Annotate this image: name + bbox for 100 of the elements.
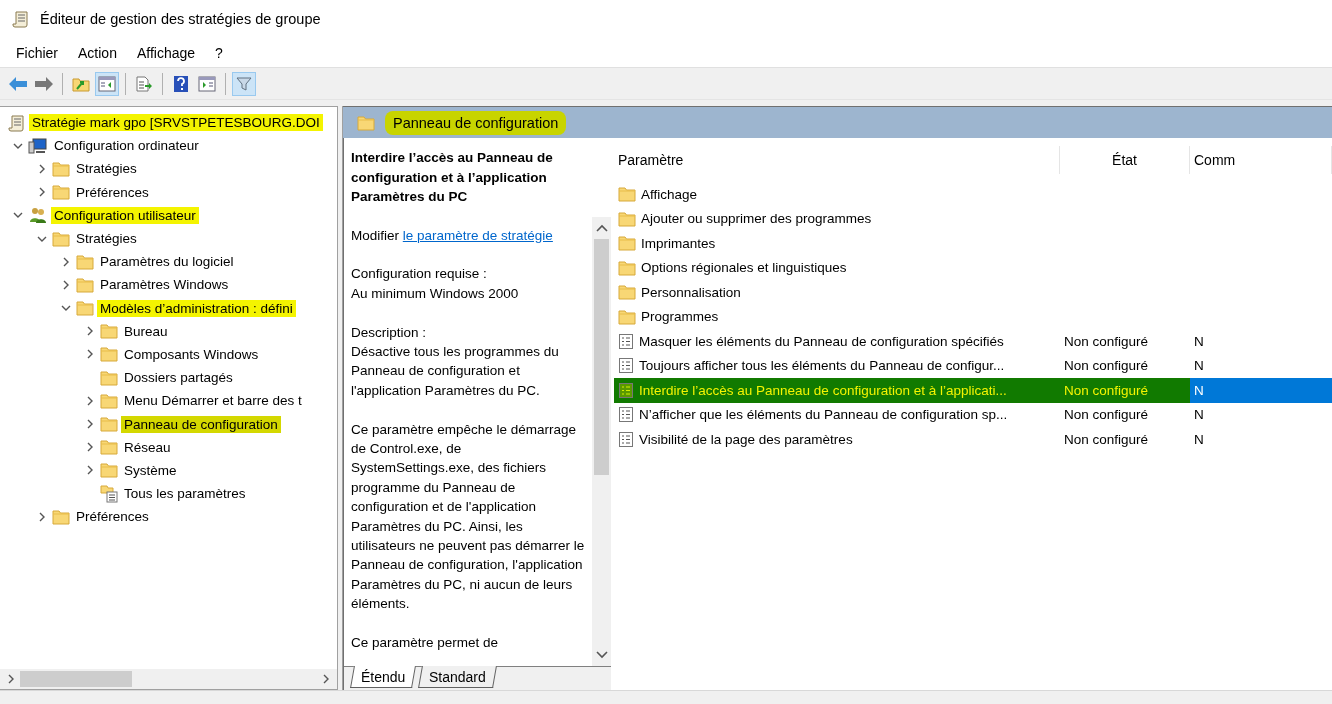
setting-name: Toujours afficher tous les éléments du Panneau de configur... bbox=[639, 358, 1005, 374]
folder-icon bbox=[618, 210, 636, 227]
users-icon bbox=[28, 206, 48, 225]
setting-name: Affichage bbox=[641, 186, 698, 202]
tree-item[interactable]: Préférences bbox=[73, 508, 152, 526]
vertical-scrollbar[interactable] bbox=[592, 216, 611, 666]
table-cell[interactable]: Ajouter ou supprimer des programmes bbox=[614, 206, 1060, 231]
chevron-right-icon[interactable] bbox=[37, 163, 47, 174]
table-cell[interactable]: Interdire l’accès au Panneau de configuration et à l’applicati... bbox=[614, 378, 1060, 403]
menu-item[interactable]: Affichage bbox=[128, 42, 204, 63]
table-cell-text: N bbox=[1193, 430, 1205, 449]
setting-icon bbox=[618, 430, 634, 448]
tree-item[interactable]: Bureau bbox=[121, 322, 171, 340]
tree-item[interactable]: Tous les paramètres bbox=[121, 485, 249, 503]
panel-title: Panneau de configuration bbox=[385, 110, 567, 135]
chevron-right-icon[interactable] bbox=[6, 674, 16, 684]
chevron-right-icon[interactable] bbox=[61, 256, 71, 267]
folder-icon bbox=[100, 439, 118, 456]
column-header[interactable]: Paramètre bbox=[614, 146, 1060, 174]
tree-item[interactable]: Stratégies bbox=[73, 230, 140, 248]
chevron-right-icon[interactable] bbox=[37, 187, 47, 198]
tree-item[interactable]: Dossiers partagés bbox=[121, 369, 236, 387]
tree-item[interactable]: Stratégies bbox=[73, 160, 140, 178]
horizontal-scrollbar[interactable] bbox=[0, 669, 337, 689]
table-row[interactable]: N’afficher que les éléments du Panneau de configuration sp... Non configuré N bbox=[614, 402, 1332, 427]
tree-item[interactable]: Composants Windows bbox=[121, 345, 262, 363]
chevron-right-icon[interactable] bbox=[85, 419, 95, 430]
chevron-right-icon[interactable] bbox=[85, 465, 95, 476]
folder-icon bbox=[52, 160, 70, 177]
setting-name: N’afficher que les éléments du Panneau de configuration sp... bbox=[639, 407, 1008, 423]
chevron-right-icon[interactable] bbox=[85, 395, 95, 406]
table-cell-text: Non configuré bbox=[1063, 332, 1150, 351]
menu-item[interactable]: Action bbox=[70, 42, 125, 63]
view-tab[interactable]: Standard bbox=[418, 666, 498, 688]
table-row[interactable]: Masquer les éléments du Panneau de configuration spécifiés Non configuré N bbox=[614, 329, 1332, 354]
folder-icon bbox=[618, 259, 636, 276]
setting-name: Imprimantes bbox=[641, 235, 716, 251]
table-cell[interactable]: Masquer les éléments du Panneau de configuration spécifiés bbox=[614, 329, 1060, 354]
description-paragraph: Ce paramètre permet de bbox=[351, 633, 500, 652]
tree-item[interactable]: Paramètres du logiciel bbox=[97, 253, 237, 271]
setting-name: Interdire l’accès au Panneau de configuration et à l’applicati... bbox=[639, 382, 1007, 398]
table-cell-text: N bbox=[1193, 381, 1205, 400]
folder-icon bbox=[618, 235, 636, 252]
description-paragraph: Ce paramètre empêche le démarrage de Control.exe, de SystemSettings.exe, des fichiers programme du Panneau de configuration et de l'application Paramètres du PC. Ainsi, les utilisateurs ne peuvent pas démarrer le Panneau de configuration, l'application Paramètres du PC, ni aucun de leurs éléments. bbox=[351, 420, 586, 614]
table-cell[interactable]: Visibilité de la page des paramètres bbox=[614, 427, 1060, 452]
tree-item[interactable]: Paramètres Windows bbox=[97, 276, 232, 294]
forward-arrow-icon bbox=[34, 75, 54, 92]
table-cell[interactable]: Personnalisation bbox=[614, 280, 1060, 305]
tree-item[interactable]: Panneau de configuration bbox=[121, 415, 281, 433]
settings-list-icon bbox=[100, 484, 118, 503]
tree-item[interactable]: Système bbox=[121, 461, 180, 479]
chevron-right-icon[interactable] bbox=[85, 326, 95, 337]
table-row[interactable]: Ajouter ou supprimer des programmes bbox=[614, 206, 1332, 231]
table-cell[interactable]: Programmes bbox=[614, 304, 1060, 329]
column-header[interactable]: Comm bbox=[1190, 146, 1332, 174]
scroll-down-icon[interactable] bbox=[595, 650, 608, 660]
table-cell[interactable]: N’afficher que les éléments du Panneau de configuration sp... bbox=[614, 402, 1060, 427]
folder-icon bbox=[618, 284, 636, 301]
chevron-right-icon[interactable] bbox=[321, 674, 331, 684]
table-cell[interactable]: Affichage bbox=[614, 182, 1060, 207]
chevron-right-icon[interactable] bbox=[85, 349, 95, 360]
column-header[interactable]: État bbox=[1060, 146, 1190, 174]
chevron-right-icon[interactable] bbox=[37, 511, 47, 522]
table-row[interactable]: Personnalisation bbox=[614, 280, 1332, 305]
setting-name: Options régionales et linguistiques bbox=[641, 260, 847, 276]
filter-icon bbox=[236, 75, 252, 92]
setting-name: Ajouter ou supprimer des programmes bbox=[641, 211, 872, 227]
table-row[interactable]: Toujours afficher tous les éléments du Panneau de configur... Non configuré N bbox=[614, 353, 1332, 378]
tree-item[interactable]: Réseau bbox=[121, 438, 174, 456]
menu-item[interactable]: ? bbox=[207, 42, 231, 63]
table-row[interactable]: Options régionales et linguistiques bbox=[614, 255, 1332, 280]
setting-name: Visibilité de la page des paramètres bbox=[639, 431, 853, 447]
table-row[interactable]: Imprimantes bbox=[614, 231, 1332, 256]
tree-item[interactable]: Menu Démarrer et barre des t bbox=[121, 392, 305, 410]
table-cell[interactable]: Toujours afficher tous les éléments du Panneau de configur... bbox=[614, 353, 1060, 378]
chevron-right-icon[interactable] bbox=[61, 279, 71, 290]
scroll-up-icon[interactable] bbox=[595, 222, 608, 233]
description-paragraph: Description : Désactive tous les programmes du Panneau de configuration et l'application Paramètres du PC. bbox=[351, 323, 560, 400]
folder-icon bbox=[100, 346, 118, 363]
folder-icon bbox=[618, 308, 636, 325]
edit-policy-link[interactable]: le paramètre de stratégie bbox=[402, 227, 553, 243]
folder-up-icon bbox=[72, 75, 90, 92]
back-arrow-icon bbox=[8, 75, 28, 92]
table-row[interactable]: Interdire l’accès au Panneau de configuration et à l’applicati... Non configuré N bbox=[614, 378, 1332, 403]
table-cell[interactable]: Options régionales et linguistiques bbox=[614, 255, 1060, 280]
table-cell[interactable]: Imprimantes bbox=[614, 231, 1060, 256]
tree-item[interactable]: Configuration utilisateur bbox=[51, 206, 199, 224]
chevron-right-icon[interactable] bbox=[85, 442, 95, 453]
setting-icon bbox=[618, 357, 634, 375]
folder-icon bbox=[100, 323, 118, 340]
tree-item[interactable]: Stratégie mark gpo [SRVSTPETESBOURG.DOI bbox=[29, 114, 323, 132]
view-tab[interactable]: Étendu bbox=[350, 666, 417, 688]
table-cell-text: Non configuré bbox=[1063, 430, 1150, 449]
tree-item[interactable]: Préférences bbox=[73, 183, 152, 201]
table-row[interactable]: Programmes bbox=[614, 304, 1332, 329]
tree-item[interactable]: Configuration ordinateur bbox=[51, 137, 202, 155]
table-row[interactable]: Affichage bbox=[614, 182, 1332, 207]
tree-item[interactable]: Modèles d’administration : défini bbox=[97, 299, 296, 317]
menu-item[interactable]: Fichier bbox=[8, 42, 66, 63]
table-row[interactable]: Visibilité de la page des paramètres Non configuré N bbox=[614, 427, 1332, 452]
